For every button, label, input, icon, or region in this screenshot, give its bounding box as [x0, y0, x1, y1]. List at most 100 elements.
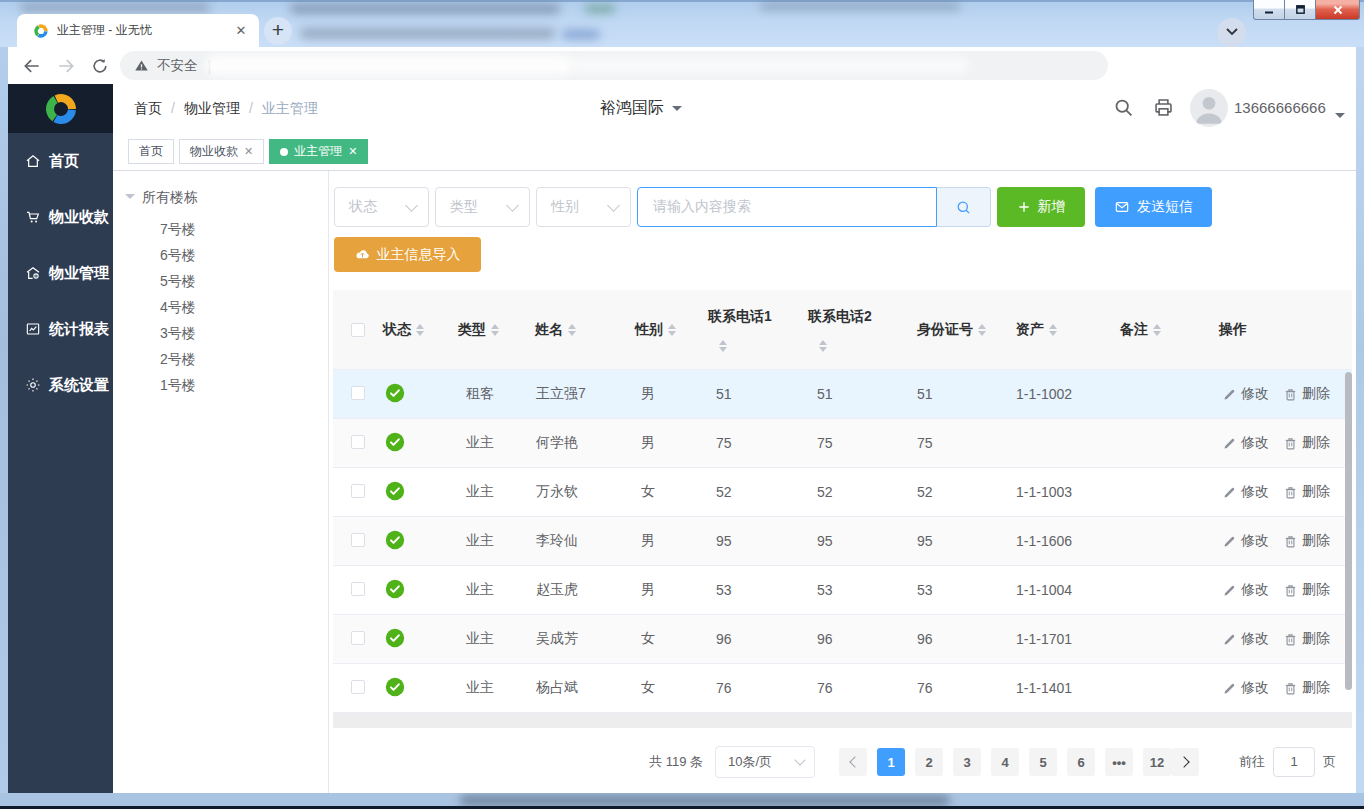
table-row-3[interactable]: 业主李玲仙男9595951-1-1606修改删除 — [333, 517, 1352, 566]
import-owners-button[interactable]: 业主信息导入 — [334, 237, 481, 272]
edit-icon[interactable] — [1222, 436, 1237, 451]
page-button-4[interactable]: 4 — [991, 748, 1019, 776]
sidebar-item-3[interactable]: 统计报表 — [8, 301, 113, 357]
avatar[interactable] — [1190, 89, 1228, 127]
column-header-备注[interactable]: 备注 — [1108, 321, 1207, 339]
delete-action[interactable]: 删除 — [1302, 630, 1330, 648]
delete-icon[interactable] — [1283, 436, 1298, 451]
select-all-checkbox[interactable] — [351, 323, 365, 337]
row-checkbox[interactable] — [351, 435, 365, 449]
column-header-联系电话1[interactable]: 联系电话1 — [696, 308, 796, 352]
page-button-5[interactable]: 5 — [1029, 748, 1057, 776]
edit-icon[interactable] — [1222, 681, 1237, 696]
search-input[interactable]: 请输入内容搜索 — [637, 187, 937, 227]
window-maximize-button[interactable] — [1284, 0, 1316, 20]
close-tab-icon[interactable]: ✕ — [348, 145, 357, 158]
delete-icon[interactable] — [1283, 387, 1298, 402]
filter-select-1[interactable]: 类型 — [435, 187, 530, 227]
delete-icon[interactable] — [1283, 485, 1298, 500]
edit-action[interactable]: 修改 — [1241, 532, 1269, 550]
tree-root[interactable]: 所有楼栋 — [113, 171, 328, 207]
edit-action[interactable]: 修改 — [1241, 679, 1269, 697]
sidebar-item-0[interactable]: 首页 — [8, 133, 113, 189]
page-button-12[interactable]: 12 — [1143, 748, 1171, 776]
page-button-1[interactable]: 1 — [877, 748, 905, 776]
delete-action[interactable]: 删除 — [1302, 483, 1330, 501]
chevron-down-icon[interactable] — [1335, 113, 1345, 123]
vertical-scrollbar[interactable] — [1345, 372, 1352, 690]
forward-icon[interactable] — [56, 56, 76, 76]
edit-icon[interactable] — [1222, 485, 1237, 500]
tree-item-5号楼[interactable]: 5号楼 — [113, 268, 328, 294]
tree-item-1号楼[interactable]: 1号楼 — [113, 372, 328, 398]
table-row-4[interactable]: 业主赵玉虎男5353531-1-1004修改删除 — [333, 566, 1352, 615]
delete-icon[interactable] — [1283, 534, 1298, 549]
row-checkbox[interactable] — [351, 386, 365, 400]
delete-action[interactable]: 删除 — [1302, 434, 1330, 452]
window-close-button[interactable] — [1315, 0, 1360, 20]
horizontal-scrollbar[interactable] — [333, 713, 1352, 728]
edit-icon[interactable] — [1222, 632, 1237, 647]
column-header-联系电话2[interactable]: 联系电话2 — [796, 308, 905, 352]
sort-icon[interactable] — [978, 324, 986, 336]
table-row-0[interactable]: 租客王立强7男5151511-1-1002修改删除 — [333, 370, 1352, 419]
view-tab-1[interactable]: 物业收款✕ — [179, 139, 264, 164]
page-button-2[interactable]: 2 — [915, 748, 943, 776]
project-selector[interactable]: 裕鸿国际 — [600, 98, 682, 119]
edit-icon[interactable] — [1222, 534, 1237, 549]
filter-select-2[interactable]: 性别 — [536, 187, 631, 227]
filter-select-0[interactable]: 状态 — [334, 187, 429, 227]
add-button[interactable]: 新增 — [997, 187, 1085, 227]
sort-icon[interactable] — [491, 324, 499, 336]
column-header-资产[interactable]: 资产 — [1004, 321, 1108, 339]
tree-expand-icon[interactable] — [125, 194, 135, 204]
sort-icon[interactable] — [1049, 324, 1057, 336]
column-header-类型[interactable]: 类型 — [448, 321, 523, 339]
next-page-button[interactable] — [1171, 748, 1199, 776]
table-row-2[interactable]: 业主万永钦女5252521-1-1003修改删除 — [333, 468, 1352, 517]
view-tab-2[interactable]: 业主管理✕ — [269, 139, 368, 164]
row-checkbox[interactable] — [351, 582, 365, 596]
row-checkbox[interactable] — [351, 680, 365, 694]
sidebar-item-2[interactable]: 物业管理 — [8, 245, 113, 301]
user-phone[interactable]: 13666666666 — [1234, 99, 1326, 116]
edit-icon[interactable] — [1222, 387, 1237, 402]
tree-item-7号楼[interactable]: 7号楼 — [113, 216, 328, 242]
table-row-5[interactable]: 业主吴成芳女9696961-1-1701修改删除 — [333, 615, 1352, 664]
print-icon[interactable] — [1153, 97, 1174, 118]
column-header-姓名[interactable]: 姓名 — [523, 321, 623, 339]
page-ellipsis[interactable]: ••• — [1105, 748, 1133, 776]
back-icon[interactable] — [22, 56, 42, 76]
sort-icon[interactable] — [719, 340, 727, 352]
search-button[interactable] — [937, 187, 991, 227]
view-tab-0[interactable]: 首页 — [128, 139, 174, 164]
goto-page-input[interactable]: 1 — [1273, 747, 1315, 777]
table-row-1[interactable]: 业主何学艳男757575修改删除 — [333, 419, 1352, 468]
delete-action[interactable]: 删除 — [1302, 385, 1330, 403]
page-button-6[interactable]: 6 — [1067, 748, 1095, 776]
row-checkbox[interactable] — [351, 484, 365, 498]
table-row-6[interactable]: 业主杨占斌女7676761-1-1401修改删除 — [333, 664, 1352, 713]
sort-icon[interactable] — [1153, 324, 1161, 336]
row-checkbox[interactable] — [351, 533, 365, 547]
column-header-身份证号[interactable]: 身份证号 — [905, 321, 1004, 339]
row-checkbox[interactable] — [351, 631, 365, 645]
page-size-select[interactable]: 10条/页 — [715, 746, 815, 778]
sort-icon[interactable] — [668, 324, 676, 336]
refresh-icon[interactable] — [90, 56, 110, 76]
delete-icon[interactable] — [1283, 583, 1298, 598]
window-minimize-button[interactable] — [1253, 0, 1285, 20]
edit-icon[interactable] — [1222, 583, 1237, 598]
edit-action[interactable]: 修改 — [1241, 581, 1269, 599]
column-header-状态[interactable]: 状态 — [373, 321, 448, 339]
page-button-3[interactable]: 3 — [953, 748, 981, 776]
delete-action[interactable]: 删除 — [1302, 679, 1330, 697]
edit-action[interactable]: 修改 — [1241, 385, 1269, 403]
sidebar-item-4[interactable]: 系统设置 — [8, 357, 113, 413]
sort-icon[interactable] — [819, 340, 827, 352]
tab-search-button[interactable] — [1217, 18, 1246, 47]
tree-item-6号楼[interactable]: 6号楼 — [113, 242, 328, 268]
tab-close-icon[interactable]: ✕ — [233, 23, 249, 38]
edit-action[interactable]: 修改 — [1241, 630, 1269, 648]
edit-action[interactable]: 修改 — [1241, 434, 1269, 452]
